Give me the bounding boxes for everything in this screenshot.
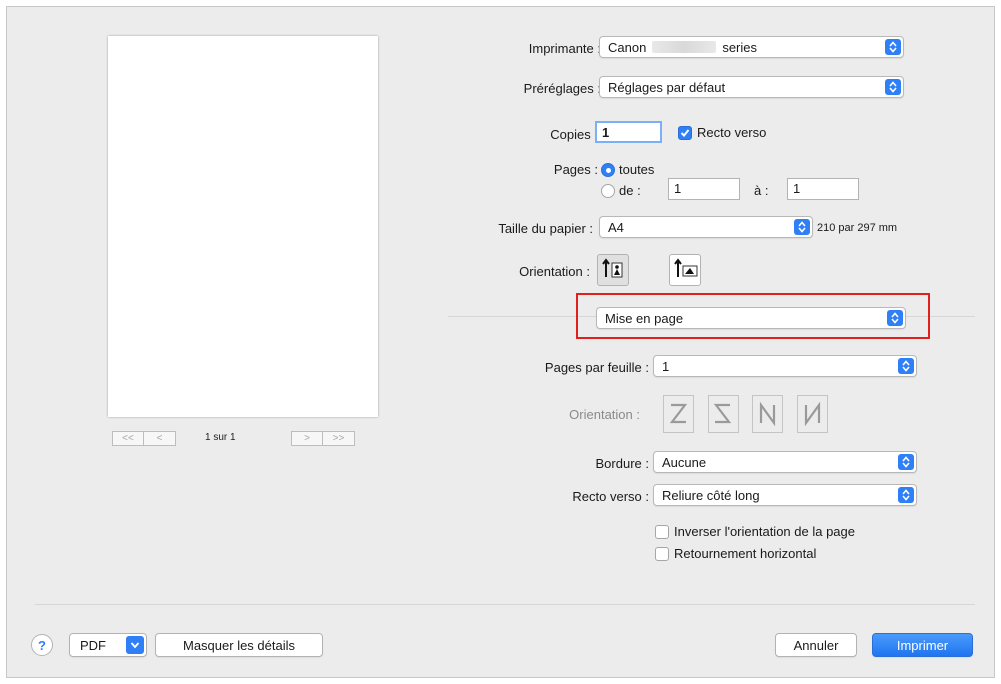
portrait-orientation-button[interactable] [597, 254, 629, 286]
landscape-icon [674, 258, 698, 277]
printer-model-redacted [652, 41, 717, 53]
presets-popup[interactable]: Réglages par défaut [599, 76, 904, 98]
pages-per-sheet-value: 1 [662, 358, 670, 374]
next-page-button[interactable]: > [291, 431, 323, 446]
two-sided-label: Recto verso : [572, 489, 649, 504]
previous-page-button[interactable]: < [144, 431, 176, 446]
border-value: Aucune [662, 454, 707, 470]
updown-arrow-icon [898, 454, 914, 470]
pdf-menu-button[interactable]: PDF [69, 633, 147, 657]
paper-size-label: Taille du papier : [498, 221, 593, 236]
pages-all-label: toutes [619, 162, 655, 177]
two-sided-value: Reliure côté long [662, 487, 760, 503]
copies-input[interactable]: 1 [595, 121, 662, 143]
reverse-orientation-label: Inverser l'orientation de la page [674, 524, 855, 539]
layout-z-icon[interactable] [663, 395, 694, 433]
highlight-box [576, 293, 930, 339]
pages-per-sheet-popup[interactable]: 1 [653, 355, 917, 377]
paper-size-popup[interactable]: A4 [599, 216, 813, 238]
updown-arrow-icon [885, 79, 901, 95]
help-button[interactable]: ? [31, 634, 53, 656]
chevron-down-icon [126, 636, 144, 654]
flip-horizontal-checkbox[interactable] [655, 547, 669, 561]
printer-popup[interactable]: Canon series [599, 36, 904, 58]
landscape-orientation-button[interactable] [669, 254, 701, 286]
orientation-label: Orientation : [519, 264, 590, 279]
pages-from-label: de : [619, 183, 641, 198]
pages-to-label: à : [754, 183, 769, 198]
presets-label: Préréglages : [523, 81, 601, 96]
presets-value: Réglages par défaut [608, 79, 726, 95]
pages-per-sheet-label: Pages par feuille : [544, 360, 649, 375]
page-indicator: 1 sur 1 [205, 432, 236, 443]
portrait-icon [602, 258, 623, 278]
last-page-button[interactable]: >> [323, 431, 355, 446]
border-popup[interactable]: Aucune [653, 451, 917, 473]
pager-left: << < [112, 431, 176, 446]
border-label: Bordure : [595, 456, 649, 471]
footer-divider [35, 604, 975, 605]
duplex-label: Recto verso [697, 125, 767, 140]
page-preview [108, 36, 378, 417]
reverse-orientation-checkbox[interactable] [655, 525, 669, 539]
flip-horizontal-label: Retournement horizontal [674, 546, 817, 561]
layout-direction-label: Orientation : [569, 407, 640, 422]
pages-all-radio[interactable] [601, 163, 615, 177]
printer-name-suffix: series [722, 39, 757, 55]
pages-label: Pages : [553, 162, 598, 177]
paper-dimensions: 210 par 297 mm [817, 222, 898, 234]
layout-n-icon[interactable] [797, 395, 828, 433]
paper-size-value: A4 [608, 219, 624, 235]
pages-range-radio[interactable] [601, 184, 615, 198]
layout-n-reversed-icon[interactable] [752, 395, 783, 433]
layout-s-icon[interactable] [708, 395, 739, 433]
updown-arrow-icon [898, 358, 914, 374]
pager-right: > >> [291, 431, 355, 446]
duplex-checkbox[interactable] [678, 126, 692, 140]
printer-label: Imprimante : [528, 41, 601, 56]
printer-name-prefix: Canon [608, 39, 647, 55]
print-button[interactable]: Imprimer [872, 633, 973, 657]
pages-from-input[interactable]: 1 [668, 178, 740, 200]
two-sided-popup[interactable]: Reliure côté long [653, 484, 917, 506]
hide-details-button[interactable]: Masquer les détails [155, 633, 323, 657]
first-page-button[interactable]: << [112, 431, 144, 446]
updown-arrow-icon [885, 39, 901, 55]
copies-label: Copies : [550, 127, 598, 142]
print-dialog: << < 1 sur 1 > >> Imprimante : Canon ser… [6, 6, 995, 678]
updown-arrow-icon [794, 219, 810, 235]
updown-arrow-icon [898, 487, 914, 503]
pages-to-input[interactable]: 1 [787, 178, 859, 200]
cancel-button[interactable]: Annuler [775, 633, 857, 657]
pdf-label: PDF [80, 637, 106, 653]
